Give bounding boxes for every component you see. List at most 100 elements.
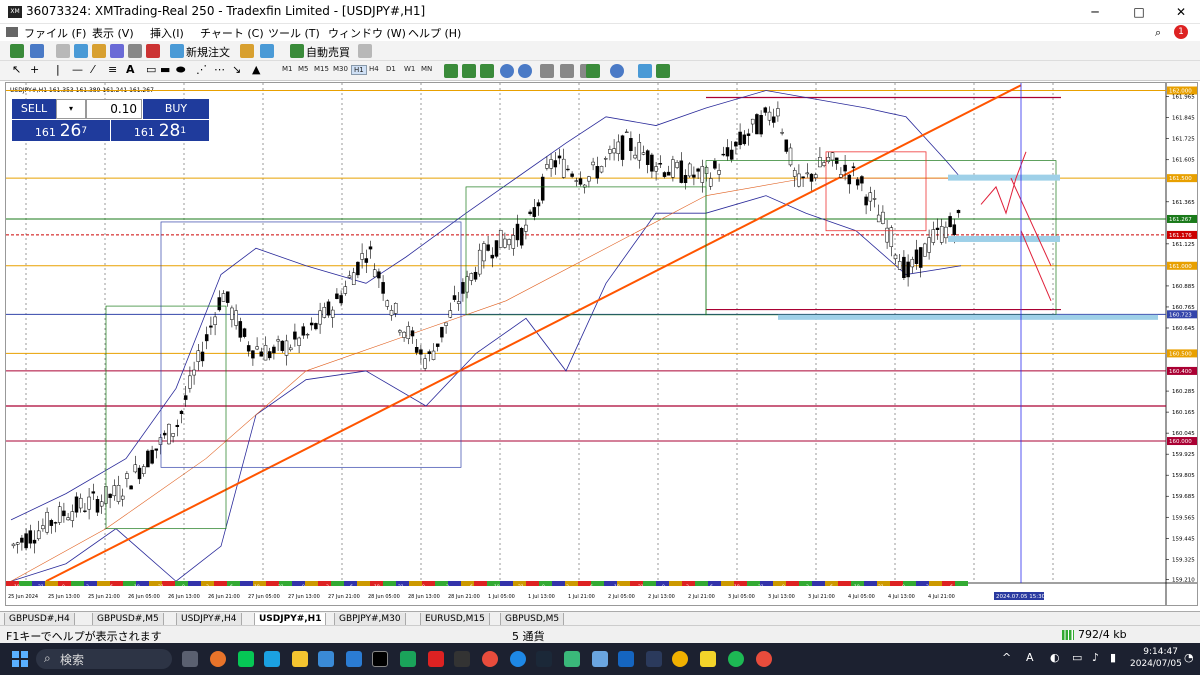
- auto-trade-icon[interactable]: [290, 44, 304, 58]
- steam-icon[interactable]: [536, 651, 552, 667]
- terminal-icon[interactable]: [110, 44, 124, 58]
- chrome-profile-icon[interactable]: [756, 651, 772, 667]
- network-icon[interactable]: ▭: [1072, 651, 1082, 664]
- close-button[interactable]: ✕: [1166, 3, 1196, 21]
- text-icon[interactable]: A: [126, 63, 135, 76]
- tf-d1[interactable]: D1: [386, 65, 396, 73]
- indicators-icon[interactable]: [586, 64, 600, 78]
- minimize-button[interactable]: ─: [1080, 3, 1110, 21]
- sticky-notes-icon[interactable]: [700, 651, 716, 667]
- channel-icon[interactable]: ≡: [108, 63, 117, 76]
- autoscroll-icon[interactable]: [560, 64, 574, 78]
- new-order-icon[interactable]: [170, 44, 184, 58]
- menu-help[interactable]: ヘルプ (H): [408, 25, 461, 41]
- task-view-icon[interactable]: [182, 651, 198, 667]
- zoom-in-icon[interactable]: [500, 64, 514, 78]
- trendline-icon[interactable]: ⁄: [92, 63, 94, 76]
- tf-m30[interactable]: M30: [333, 65, 348, 73]
- ime-indicator[interactable]: A: [1026, 651, 1034, 664]
- tf-h1[interactable]: H1: [351, 65, 367, 75]
- stop-icon[interactable]: [146, 44, 160, 58]
- market-watch-icon[interactable]: [56, 44, 70, 58]
- app-icon-teal[interactable]: [564, 651, 580, 667]
- zoom-out-icon[interactable]: [518, 64, 532, 78]
- firefox-icon[interactable]: [210, 651, 226, 667]
- shapes-icon[interactable]: ▲: [252, 63, 260, 76]
- chrome-icon[interactable]: [482, 651, 498, 667]
- buy-button[interactable]: BUY: [142, 99, 209, 119]
- menu-window[interactable]: ウィンドウ (W): [328, 25, 406, 41]
- menu-view[interactable]: 表示 (V): [92, 25, 134, 41]
- line-chart-icon[interactable]: [480, 64, 494, 78]
- clock[interactable]: 9:14:47 2024/07/05: [1130, 646, 1182, 670]
- tf-w1[interactable]: W1: [404, 65, 415, 73]
- print-icon[interactable]: [358, 44, 372, 58]
- app-icon-sun[interactable]: [672, 651, 688, 667]
- crosshair-icon[interactable]: +: [30, 63, 39, 76]
- tf-m5[interactable]: M5: [298, 65, 309, 73]
- skype-icon[interactable]: [264, 651, 280, 667]
- tile-icon[interactable]: [540, 64, 554, 78]
- gann-icon[interactable]: ⋰: [196, 63, 207, 76]
- menu-chart[interactable]: チャート (C): [200, 25, 264, 41]
- rectangle-icon[interactable]: ▬: [160, 63, 170, 76]
- volume-icon[interactable]: ♪: [1092, 651, 1099, 664]
- tf-m1[interactable]: M1: [282, 65, 293, 73]
- price-chart[interactable]: USDJPY#,H1 161.353 161.389 161.241 161.2…: [6, 83, 1197, 605]
- arrow-icon[interactable]: ↘: [232, 63, 241, 76]
- objects-icon[interactable]: [656, 64, 670, 78]
- app-icon-bolt[interactable]: [646, 651, 662, 667]
- fx-app-icon[interactable]: [428, 651, 444, 667]
- auto-trade-button[interactable]: 自動売買: [306, 44, 350, 60]
- navigator-icon[interactable]: [92, 44, 106, 58]
- menu-tools[interactable]: ツール (T): [268, 25, 320, 41]
- notification-bell-icon[interactable]: ◔: [1184, 651, 1194, 664]
- buy-price[interactable]: 161 281: [111, 119, 209, 141]
- lot-size-input[interactable]: 0.10: [86, 99, 142, 119]
- battery-icon[interactable]: ▮: [1110, 651, 1116, 664]
- app-icon-yellow[interactable]: [292, 651, 308, 667]
- tf-mn[interactable]: MN: [421, 65, 432, 73]
- period-icon[interactable]: [610, 64, 624, 78]
- profiles-icon[interactable]: [30, 44, 44, 58]
- tf-m15[interactable]: M15: [314, 65, 329, 73]
- sell-price[interactable]: 161 267: [12, 119, 110, 141]
- line-icon[interactable]: [238, 651, 254, 667]
- windows-start-icon[interactable]: [12, 651, 28, 667]
- options-icon[interactable]: [260, 44, 274, 58]
- horizontal-line-icon[interactable]: —: [72, 63, 83, 76]
- app-icon-green[interactable]: [400, 651, 416, 667]
- app-tray-icon[interactable]: ◐: [1050, 651, 1060, 664]
- search-icon[interactable]: ⌕: [1155, 26, 1161, 40]
- meta-editor-icon[interactable]: [240, 44, 254, 58]
- bar-chart-icon[interactable]: [444, 64, 458, 78]
- tester-icon[interactable]: [128, 44, 142, 58]
- app-icon-lightblue[interactable]: [592, 651, 608, 667]
- menu-insert[interactable]: 挿入(I): [150, 25, 184, 41]
- new-chart-icon[interactable]: [10, 44, 24, 58]
- new-order-button[interactable]: 新規注文: [186, 44, 230, 60]
- fibo-icon[interactable]: ⋯: [214, 63, 225, 76]
- app-icon-blue[interactable]: [318, 651, 334, 667]
- label-icon[interactable]: ▭: [146, 63, 156, 76]
- tray-overflow-icon[interactable]: ^: [1002, 651, 1011, 664]
- templates-icon[interactable]: [638, 64, 652, 78]
- app-icon-dark[interactable]: [454, 651, 470, 667]
- cursor-icon[interactable]: ↖: [12, 63, 21, 76]
- tf-h4[interactable]: H4: [369, 65, 379, 73]
- vertical-line-icon[interactable]: |: [56, 63, 60, 76]
- spotify-icon[interactable]: [728, 651, 744, 667]
- lot-dropdown-icon[interactable]: ▾: [56, 99, 86, 119]
- chart-window[interactable]: USDJPY#,H1 161.353 161.389 161.241 161.2…: [5, 82, 1198, 606]
- xm-terminal-icon[interactable]: [372, 651, 388, 667]
- notification-icon[interactable]: 1: [1174, 25, 1188, 39]
- edge-icon[interactable]: [510, 651, 526, 667]
- taskbar-search[interactable]: ⌕ 検索: [36, 649, 172, 669]
- app-icon-navy[interactable]: [618, 651, 634, 667]
- word-icon[interactable]: [346, 651, 362, 667]
- data-window-icon[interactable]: [74, 44, 88, 58]
- menu-file[interactable]: ファイル (F): [24, 25, 86, 41]
- sell-button[interactable]: SELL: [12, 99, 56, 119]
- candlestick-icon[interactable]: [462, 64, 476, 78]
- maximize-button[interactable]: □: [1124, 3, 1154, 21]
